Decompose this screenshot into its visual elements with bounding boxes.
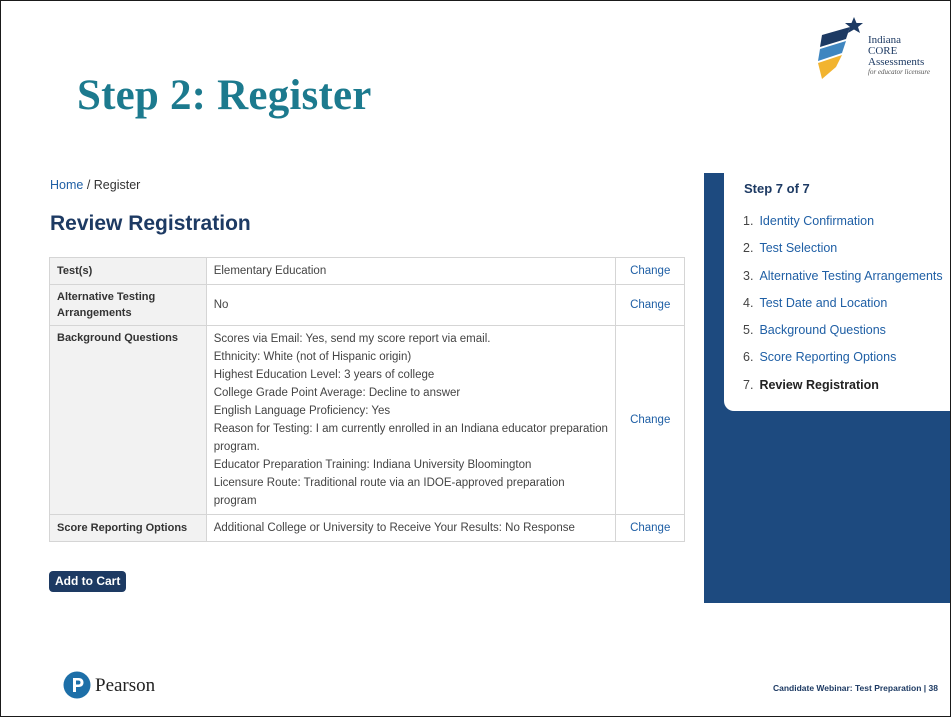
step-label[interactable]: Test Selection — [759, 241, 837, 255]
step-item[interactable]: 5. Background Questions — [743, 317, 943, 344]
row-value: Elementary Education — [205, 257, 617, 285]
row-label: Background Questions — [49, 325, 207, 515]
bq-line: Reason for Testing: I am currently enrol… — [213, 423, 608, 453]
change-score-reporting-link[interactable]: Change — [630, 522, 670, 534]
bq-line: Licensure Route: Traditional route via a… — [213, 477, 565, 507]
change-tests-link[interactable]: Change — [630, 265, 670, 277]
step-item[interactable]: 4. Test Date and Location — [743, 290, 943, 317]
bq-line: Highest Education Level: 3 years of coll… — [213, 369, 435, 381]
step-number: 7. — [743, 377, 754, 392]
indiana-core-logo: Indiana CORE Assessments for educator li… — [816, 17, 950, 87]
step-item[interactable]: 1. Identity Confirmation — [743, 208, 943, 235]
breadcrumb-separator: / — [83, 178, 94, 192]
breadcrumb: Home / Register — [50, 178, 140, 192]
add-to-cart-button[interactable]: Add to Cart — [49, 571, 127, 592]
step-label: Review Registration — [759, 377, 879, 392]
row-label: Alternative Testing Arrangements — [49, 284, 207, 326]
table-row-alternative-testing: Alternative Testing Arrangements No Chan… — [49, 284, 685, 326]
breadcrumb-current: Register — [93, 178, 141, 192]
row-label: Score Reporting Options — [49, 514, 207, 542]
step-number: 3. — [743, 268, 754, 283]
bq-line: Educator Preparation Training: Indiana U… — [213, 459, 532, 471]
row-value: No — [205, 284, 617, 326]
step-item[interactable]: 6. Score Reporting Options — [743, 344, 943, 371]
step-number: 2. — [743, 241, 754, 256]
footer-note: Candidate Webinar: Test Preparation | 38 — [772, 683, 938, 693]
bq-line: English Language Proficiency: Yes — [213, 405, 391, 417]
pearson-wordmark: Pearson — [95, 675, 156, 696]
steps-panel: Step 7 of 7 1. Identity Confirmation 2. Te… — [724, 173, 950, 411]
review-table: Test(s) Elementary Education Change Alte… — [49, 257, 685, 542]
breadcrumb-home-link[interactable]: Home — [50, 178, 83, 192]
change-background-questions-link[interactable]: Change — [630, 414, 670, 426]
steps-list: 1. Identity Confirmation 2. Test Selection… — [743, 208, 943, 399]
slide: Step 2: Register Indiana CORE Assessment… — [0, 0, 951, 717]
step-item[interactable]: 2. Test Selection — [743, 235, 943, 262]
step-item-current: 7. Review Registration — [743, 372, 943, 399]
step-label[interactable]: Identity Confirmation — [759, 214, 874, 228]
logo-line3: Assessments — [868, 56, 925, 68]
pearson-p-logo-icon — [63, 671, 91, 699]
slide-title: Step 2: Register — [77, 72, 372, 119]
step-number: 5. — [743, 323, 754, 338]
bq-line: Scores via Email: Yes, send my score rep… — [213, 333, 491, 345]
step-number: 6. — [743, 350, 754, 365]
bq-line: College Grade Point Average: Decline to … — [213, 387, 461, 399]
step-number: 4. — [743, 295, 754, 310]
change-alternative-testing-link[interactable]: Change — [630, 299, 670, 311]
table-row-background-questions: Background Questions Scores via Email: Y… — [49, 325, 685, 515]
logo-line4: for educator licensure — [868, 68, 930, 76]
step-label[interactable]: Alternative Testing Arrangements — [759, 269, 942, 283]
step-number: 1. — [743, 214, 754, 228]
review-registration-heading: Review Registration — [50, 212, 251, 235]
step-label[interactable]: Score Reporting Options — [759, 350, 896, 364]
step-item[interactable]: 3. Alternative Testing Arrangements — [743, 263, 943, 290]
table-row-tests: Test(s) Elementary Education Change — [49, 257, 685, 285]
row-value: Additional College or University to Rece… — [205, 514, 617, 542]
row-label: Test(s) — [49, 257, 207, 285]
table-row-score-reporting: Score Reporting Options Additional Colle… — [49, 514, 685, 542]
bq-line: Ethnicity: White (not of Hispanic origin… — [213, 351, 412, 363]
step-label[interactable]: Background Questions — [759, 323, 885, 337]
indiana-core-star-logo-icon — [818, 17, 863, 79]
steps-title: Step 7 of 7 — [744, 181, 810, 196]
row-value: Scores via Email: Yes, send my score rep… — [205, 325, 617, 515]
step-label[interactable]: Test Date and Location — [759, 296, 887, 310]
